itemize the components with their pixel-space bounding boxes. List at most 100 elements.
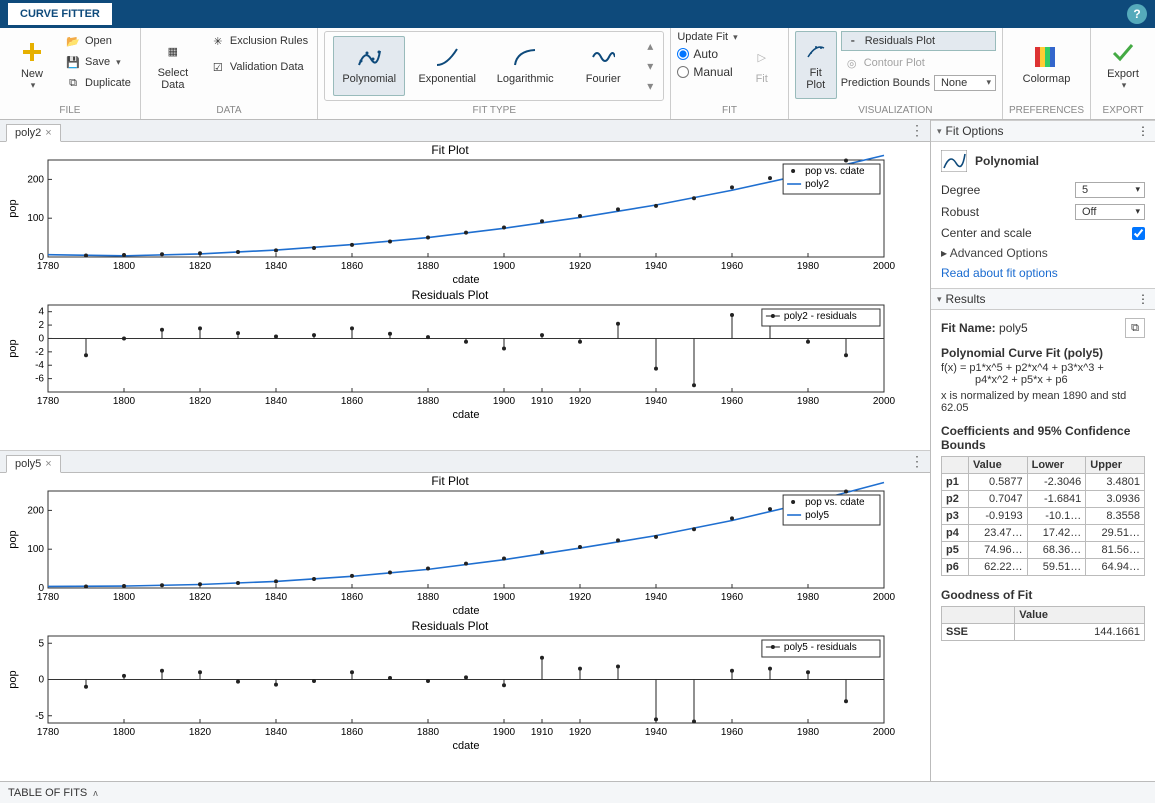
svg-text:1800: 1800 bbox=[113, 727, 136, 738]
chevron-down-icon: ▾ bbox=[937, 294, 942, 305]
copy-icon[interactable]: ⧉ bbox=[1125, 318, 1145, 338]
open-button[interactable]: 📂Open bbox=[62, 31, 134, 51]
gallery-up-icon[interactable]: ▴ bbox=[647, 39, 653, 53]
svg-text:-4: -4 bbox=[35, 360, 44, 371]
pane-menu-icon[interactable]: ⋮ bbox=[910, 453, 924, 470]
group-label-prefs: PREFERENCES bbox=[1009, 103, 1084, 119]
results-header[interactable]: ▾ Results ⋮ bbox=[931, 288, 1155, 310]
duplicate-icon: ⧉ bbox=[65, 75, 81, 91]
table-row: p20.7047-1.68413.0936 bbox=[942, 491, 1145, 508]
fit-type-name: Polynomial bbox=[975, 154, 1039, 168]
svg-text:pop: pop bbox=[7, 530, 19, 548]
svg-text:Fit Plot: Fit Plot bbox=[431, 474, 469, 488]
svg-text:cdate: cdate bbox=[453, 274, 480, 286]
svg-text:1860: 1860 bbox=[341, 261, 364, 272]
main-area: poly2× ⋮ 0100200178018001820184018601880… bbox=[0, 120, 1155, 781]
fittype-logarithmic[interactable]: Logarithmic bbox=[489, 36, 561, 96]
ribbon-group-prefs: Colormap PREFERENCES bbox=[1003, 28, 1091, 119]
svg-text:1980: 1980 bbox=[797, 592, 820, 603]
update-fit-label: Update Fit ▾ bbox=[677, 31, 737, 43]
curve-fit-title: Polynomial Curve Fit (poly5) bbox=[941, 346, 1145, 360]
app-tab[interactable]: CURVE FITTER bbox=[8, 3, 112, 25]
gallery-down-icon[interactable]: ▾ bbox=[647, 59, 653, 73]
svg-text:cdate: cdate bbox=[453, 605, 480, 617]
svg-text:1980: 1980 bbox=[797, 261, 820, 272]
read-about-link[interactable]: Read about fit options bbox=[941, 266, 1145, 280]
colormap-button[interactable]: Colormap bbox=[1020, 31, 1072, 99]
svg-text:2000: 2000 bbox=[873, 727, 896, 738]
chevron-up-icon: ʌ bbox=[93, 788, 98, 798]
close-icon[interactable]: × bbox=[45, 458, 51, 470]
normalization-note: x is normalized by mean 1890 and std 62.… bbox=[941, 390, 1145, 414]
tab-poly2[interactable]: poly2× bbox=[6, 124, 61, 142]
degree-select[interactable]: 5 bbox=[1075, 182, 1145, 198]
ribbon-group-fit: Update Fit ▾ Auto Manual ▷ Fit FIT bbox=[671, 28, 788, 119]
degree-label: Degree bbox=[941, 183, 980, 197]
select-data-button[interactable]: ▦ Select Data bbox=[147, 31, 199, 99]
svg-text:pop vs. cdate: pop vs. cdate bbox=[805, 497, 865, 508]
robust-select[interactable]: Off bbox=[1075, 204, 1145, 220]
residuals-plot-toggle[interactable]: ⁃Residuals Plot bbox=[841, 31, 996, 51]
svg-text:0: 0 bbox=[38, 333, 44, 344]
results-body: Fit Name: poly5 ⧉ Polynomial Curve Fit (… bbox=[931, 310, 1155, 649]
table-row: p3-0.9193-10.1…8.3558 bbox=[942, 508, 1145, 525]
table-row: p662.22…59.51…64.94… bbox=[942, 559, 1145, 576]
export-button[interactable]: Export▾ bbox=[1097, 31, 1149, 99]
center-scale-label: Center and scale bbox=[941, 226, 1032, 240]
manual-fit-radio[interactable]: Manual bbox=[677, 65, 737, 79]
polynomial-icon bbox=[941, 150, 967, 172]
help-icon[interactable]: ? bbox=[1127, 4, 1147, 24]
auto-fit-radio[interactable]: Auto bbox=[677, 47, 737, 61]
svg-text:4: 4 bbox=[38, 307, 44, 318]
svg-text:1920: 1920 bbox=[569, 592, 592, 603]
fit-options-header[interactable]: ▾ Fit Options ⋮ bbox=[931, 120, 1155, 142]
duplicate-button[interactable]: ⧉Duplicate bbox=[62, 73, 134, 93]
svg-text:cdate: cdate bbox=[453, 740, 480, 752]
svg-text:poly2 - residuals: poly2 - residuals bbox=[784, 311, 857, 322]
coef-title: Coefficients and 95% Confidence Bounds bbox=[941, 424, 1145, 452]
fittype-polynomial[interactable]: Polynomial bbox=[333, 36, 405, 96]
fit-plot-toggle[interactable]: Fit Plot bbox=[795, 31, 837, 99]
group-label-fittype: FIT TYPE bbox=[324, 103, 664, 119]
svg-text:200: 200 bbox=[27, 505, 44, 516]
contour-icon: ◎ bbox=[844, 55, 860, 71]
new-button[interactable]: New▾ bbox=[6, 31, 58, 99]
svg-text:1980: 1980 bbox=[797, 396, 820, 407]
scatter-x-icon: ✳ bbox=[210, 33, 226, 49]
play-icon: ▷ bbox=[750, 45, 774, 69]
panel-menu-icon[interactable]: ⋮ bbox=[1137, 292, 1149, 306]
svg-text:1880: 1880 bbox=[417, 727, 440, 738]
ribbon-group-data: ▦ Select Data ✳Exclusion Rules ☑Validati… bbox=[141, 28, 318, 119]
fittype-exponential[interactable]: Exponential bbox=[411, 36, 483, 96]
validation-data-button[interactable]: ☑Validation Data bbox=[207, 57, 311, 77]
gallery-expand-icon[interactable]: ▾ bbox=[647, 79, 653, 93]
residuals-plot-poly2: -6-4-20241780180018201840186018801900191… bbox=[0, 287, 930, 422]
svg-text:1800: 1800 bbox=[113, 396, 136, 407]
pred-bounds-select[interactable]: None bbox=[934, 75, 996, 91]
fit-type-gallery[interactable]: Polynomial Exponential Logarithmic Fouri… bbox=[324, 31, 664, 101]
svg-text:1860: 1860 bbox=[341, 396, 364, 407]
close-icon[interactable]: × bbox=[45, 127, 51, 139]
svg-text:1780: 1780 bbox=[37, 592, 60, 603]
tab-poly5[interactable]: poly5× bbox=[6, 455, 61, 473]
svg-text:1780: 1780 bbox=[37, 396, 60, 407]
plus-icon bbox=[20, 40, 44, 64]
side-panel: ▾ Fit Options ⋮ Polynomial Degree5 Robus… bbox=[930, 120, 1155, 781]
ribbon-group-file: New▾ 📂Open 💾Save▾ ⧉Duplicate FILE bbox=[0, 28, 141, 119]
pane-menu-icon[interactable]: ⋮ bbox=[910, 122, 924, 139]
ribbon-group-fittype: Polynomial Exponential Logarithmic Fouri… bbox=[318, 28, 671, 119]
svg-text:1820: 1820 bbox=[189, 592, 212, 603]
svg-text:2000: 2000 bbox=[873, 592, 896, 603]
svg-text:2000: 2000 bbox=[873, 396, 896, 407]
svg-text:0: 0 bbox=[38, 675, 44, 686]
center-scale-checkbox[interactable] bbox=[1132, 227, 1145, 240]
gof-table: Value SSE144.1661 bbox=[941, 606, 1145, 641]
save-button[interactable]: 💾Save▾ bbox=[62, 52, 134, 72]
advanced-options-toggle[interactable]: ▸ Advanced Options bbox=[941, 246, 1145, 260]
svg-text:2000: 2000 bbox=[873, 261, 896, 272]
panel-menu-icon[interactable]: ⋮ bbox=[1137, 124, 1149, 138]
table-of-fits-bar[interactable]: TABLE OF FITSʌ bbox=[0, 781, 1155, 803]
fittype-fourier[interactable]: Fourier bbox=[567, 36, 639, 96]
exclusion-rules-button[interactable]: ✳Exclusion Rules bbox=[207, 31, 311, 51]
svg-text:Residuals Plot: Residuals Plot bbox=[412, 288, 489, 302]
